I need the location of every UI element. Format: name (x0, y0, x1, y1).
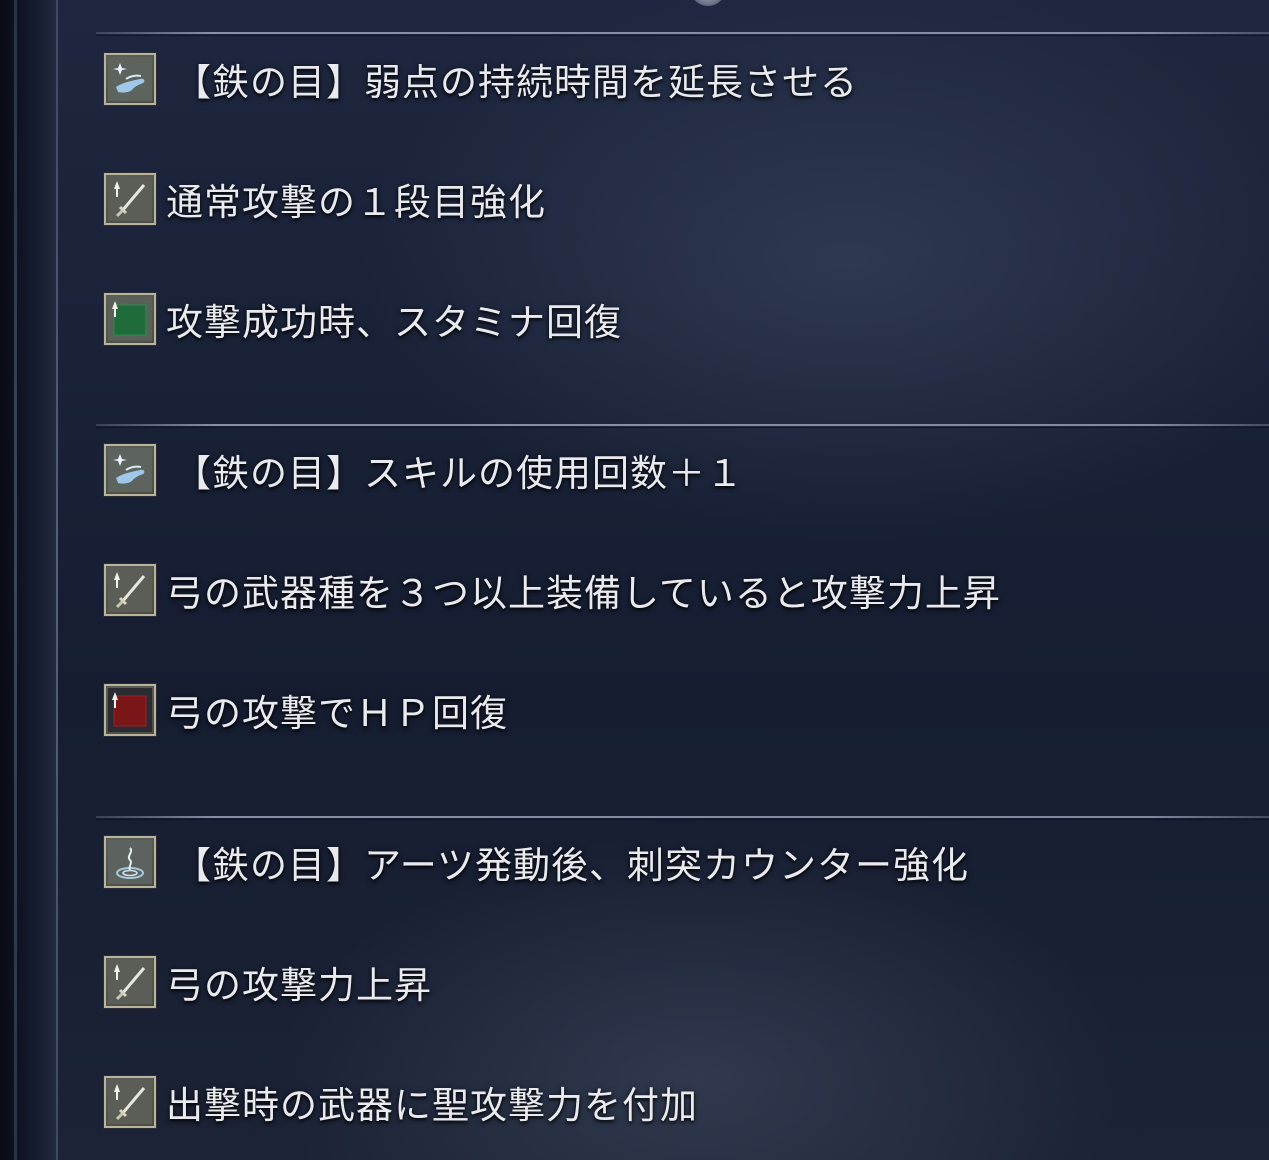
effect-text: 弓の武器種を３つ以上装備していると攻撃力上昇 (166, 572, 1001, 615)
sword-upgrade-icon (103, 955, 157, 1009)
eye-skill-icon (103, 52, 157, 106)
effects-panel: 【鉄の目】弱点の持続時間を延長させる 通常攻撃の１段目強化 攻撃成功時、スタミナ… (0, 0, 1269, 1160)
effect-text: 通常攻撃の１段目強化 (166, 181, 546, 224)
sword-upgrade-icon (103, 563, 157, 617)
left-frame (0, 0, 58, 1160)
effect-text: 【鉄の目】スキルの使用回数＋１ (174, 452, 744, 495)
sword-upgrade-icon (103, 172, 157, 226)
sword-upgrade-icon (103, 1075, 157, 1129)
red-upgrade-icon (103, 683, 157, 737)
effect-row: 攻撃成功時、スタミナ回復 (103, 292, 622, 346)
group-divider (96, 816, 1269, 820)
effect-text: 出撃時の武器に聖攻撃力を付加 (166, 1084, 698, 1127)
effect-row: 【鉄の目】アーツ発動後、刺突カウンター強化 (103, 835, 970, 889)
top-ornament (690, 0, 726, 6)
effect-text: 【鉄の目】弱点の持続時間を延長させる (174, 61, 858, 104)
eye-skill-icon (103, 443, 157, 497)
effect-row: 通常攻撃の１段目強化 (103, 172, 546, 226)
left-frame-trim (14, 0, 17, 1160)
green-upgrade-icon (103, 292, 157, 346)
effect-text: 弓の攻撃力上昇 (166, 964, 432, 1007)
effect-row: 【鉄の目】弱点の持続時間を延長させる (103, 52, 858, 106)
effect-text: 弓の攻撃でＨＰ回復 (166, 692, 508, 735)
effect-text: 攻撃成功時、スタミナ回復 (166, 301, 622, 344)
arts-icon (103, 835, 157, 889)
effect-row: 【鉄の目】スキルの使用回数＋１ (103, 443, 744, 497)
effect-row: 弓の攻撃でＨＰ回復 (103, 683, 508, 737)
group-divider (96, 32, 1269, 36)
effect-row: 弓の武器種を３つ以上装備していると攻撃力上昇 (103, 563, 1001, 617)
group-divider (96, 424, 1269, 428)
effect-row: 弓の攻撃力上昇 (103, 955, 432, 1009)
effect-text: 【鉄の目】アーツ発動後、刺突カウンター強化 (174, 844, 970, 887)
effect-row: 出撃時の武器に聖攻撃力を付加 (103, 1075, 698, 1129)
